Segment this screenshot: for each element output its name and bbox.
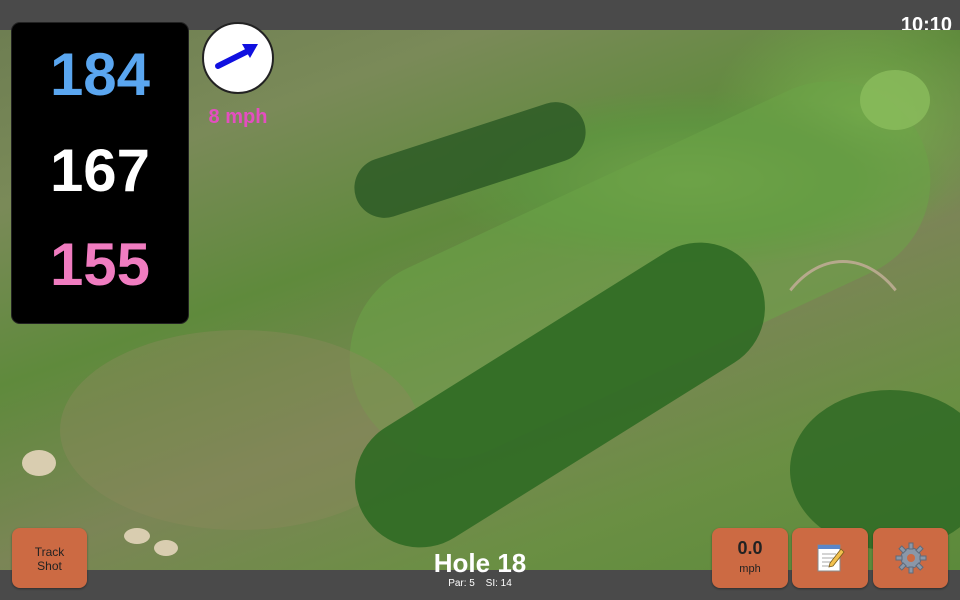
- hole-details: Par: 5 SI: 14: [380, 578, 580, 589]
- bunker: [124, 528, 150, 544]
- cart-path: [760, 260, 926, 506]
- track-shot-button[interactable]: Track Shot: [12, 528, 87, 588]
- wind-indicator: [202, 22, 274, 94]
- notepad-icon: [817, 544, 845, 572]
- track-shot-label-line2: Shot: [37, 559, 62, 573]
- distance-front: 155: [49, 231, 151, 298]
- distance-middle: 167: [49, 137, 151, 204]
- speed-button[interactable]: 0.0 mph: [712, 528, 788, 588]
- hole-si: SI: 14: [485, 578, 512, 589]
- gear-icon: [895, 542, 926, 574]
- speed-unit: mph: [739, 563, 761, 575]
- settings-button[interactable]: [873, 528, 948, 588]
- track-shot-label-line1: Track: [34, 545, 65, 559]
- hole-info: Hole 18 Par: 5 SI: 14: [380, 548, 580, 589]
- distance-back: 184: [49, 41, 151, 108]
- scorecard-button[interactable]: [792, 528, 868, 588]
- track-shot-label: Track Shot: [12, 528, 87, 573]
- speed-value: 0.0: [737, 538, 763, 558]
- arrow-icon: [215, 44, 258, 69]
- distance-panel: 184 167 155: [12, 23, 188, 323]
- bunker: [22, 450, 56, 476]
- wind-speed: 8 mph: [208, 106, 268, 128]
- putting-green: [860, 70, 930, 130]
- hole-title: Hole 18: [433, 548, 527, 578]
- bunker: [154, 540, 178, 556]
- hole-par: Par: 5: [448, 578, 475, 589]
